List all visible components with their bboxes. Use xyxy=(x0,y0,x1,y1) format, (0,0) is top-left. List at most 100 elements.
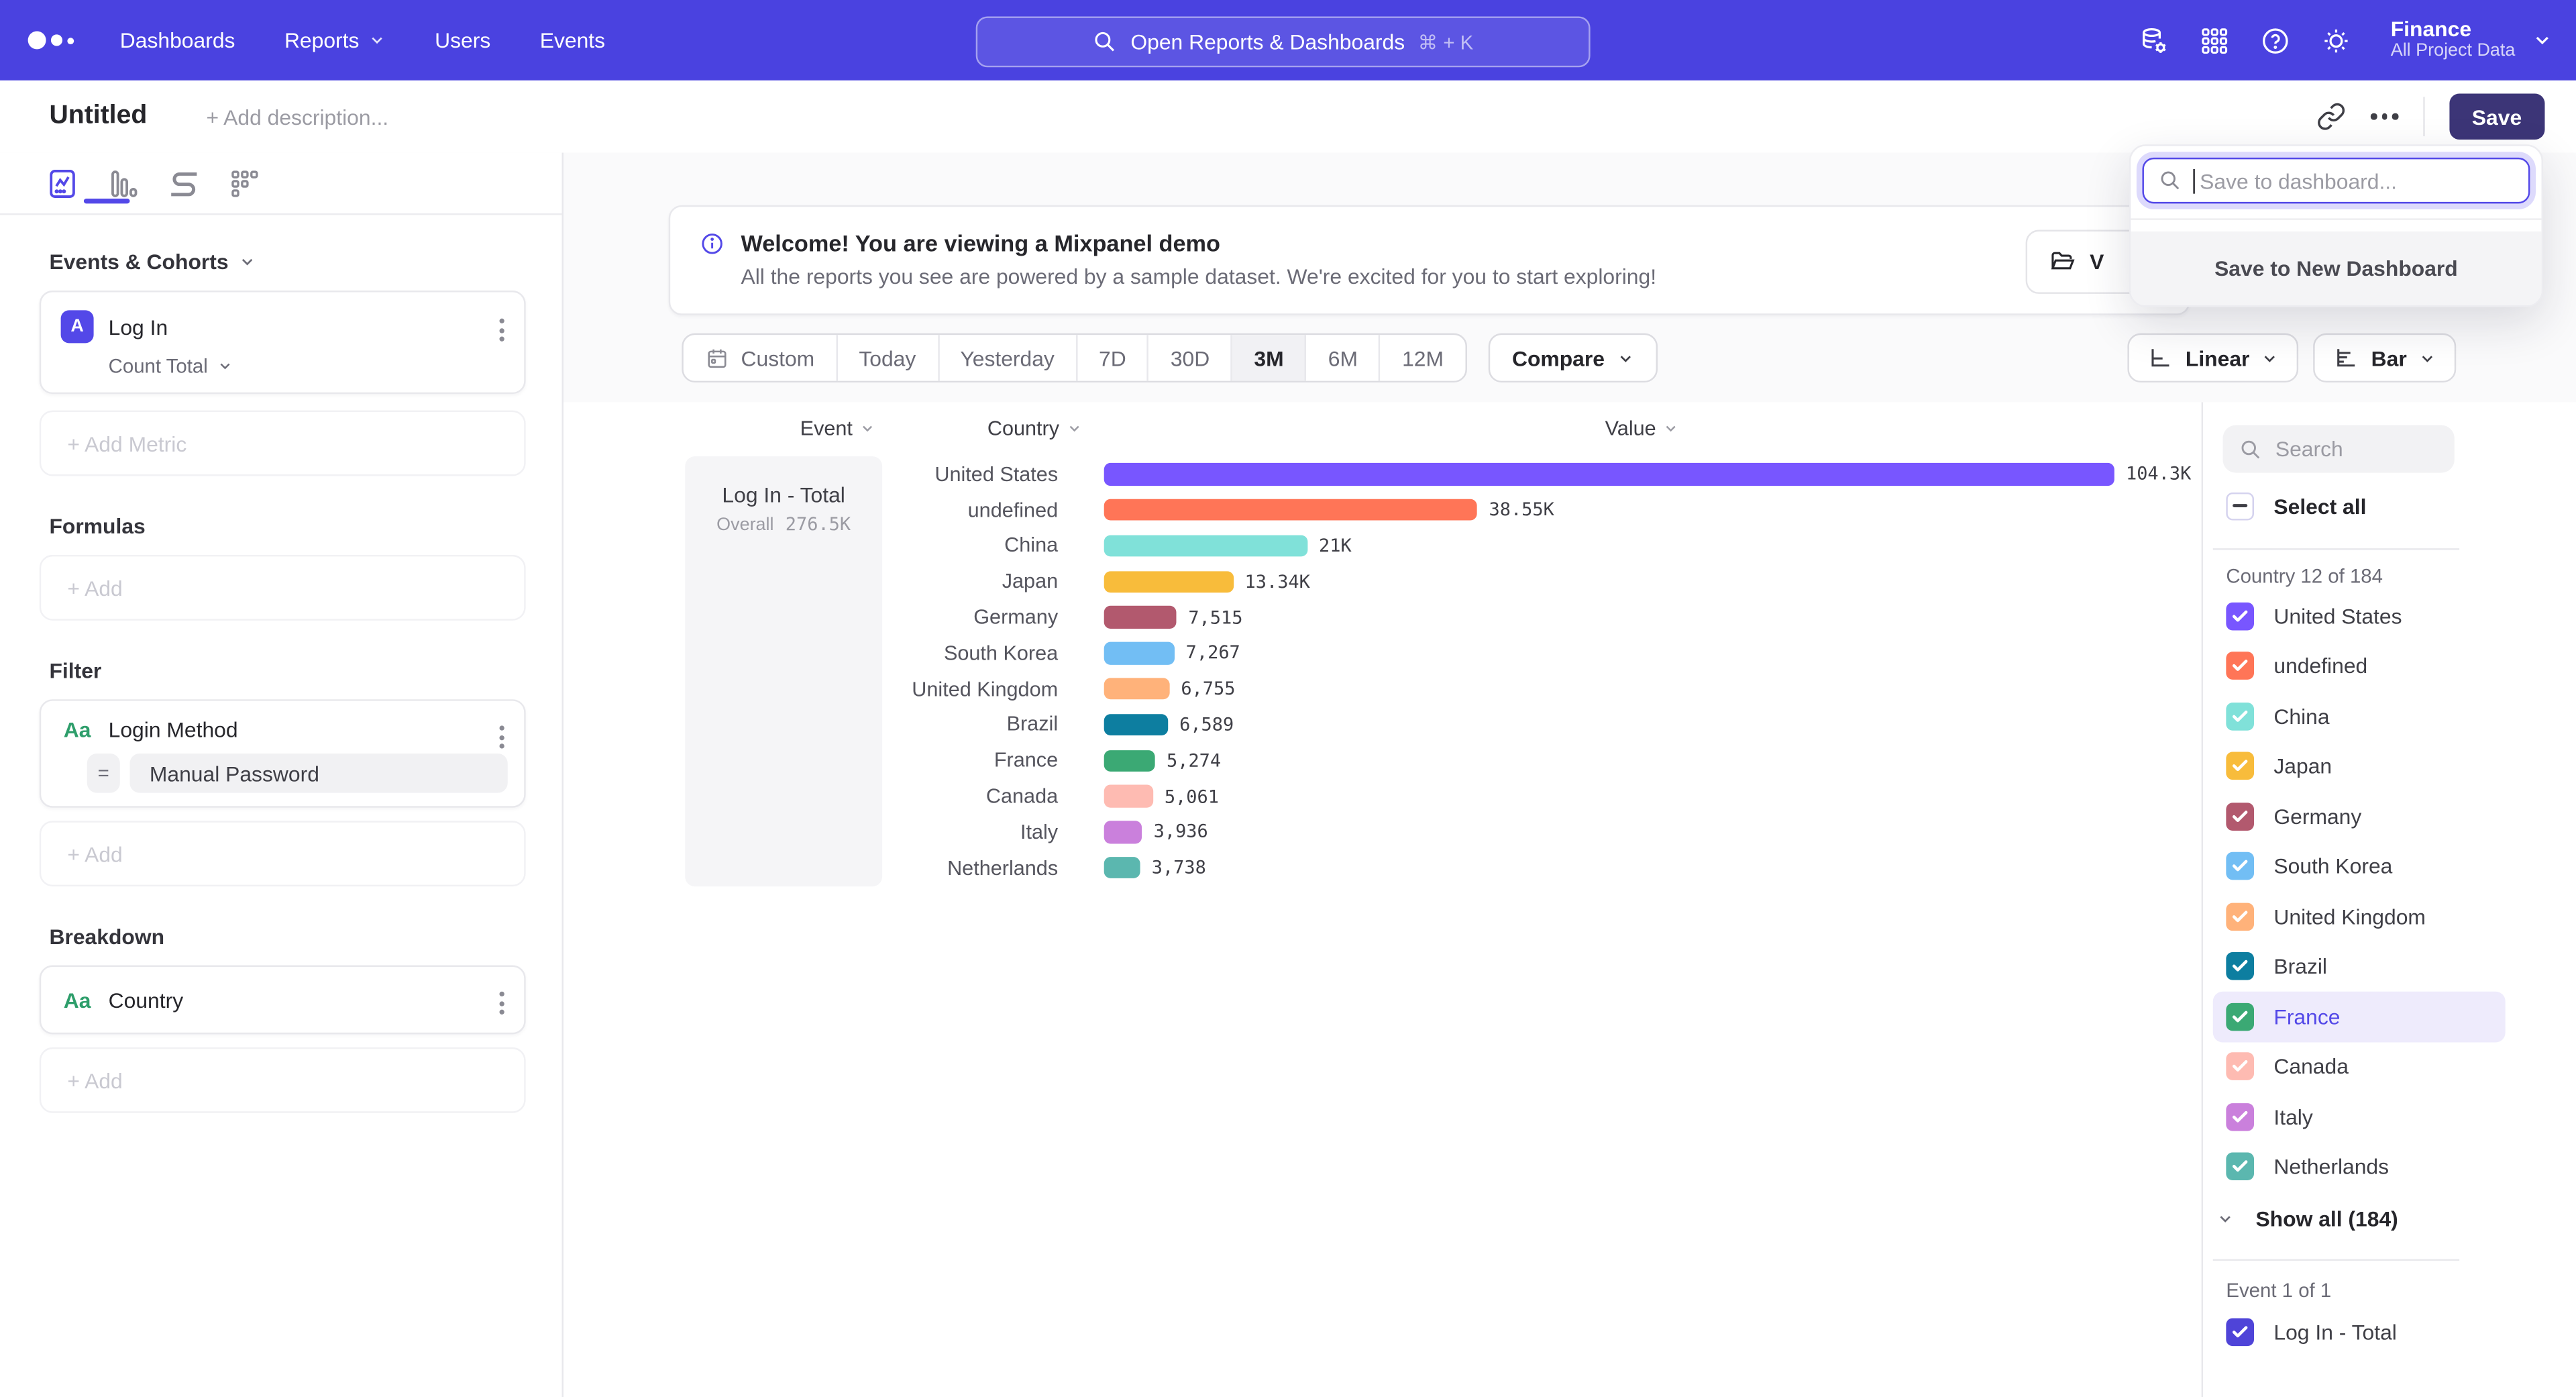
tab-insights[interactable] xyxy=(44,165,80,201)
legend-row-japan[interactable]: Japan xyxy=(2213,741,2506,792)
date-range-7d[interactable]: 7D xyxy=(1077,335,1149,381)
date-range-yesterday[interactable]: Yesterday xyxy=(939,335,1078,381)
breakdown-card[interactable]: Aa Country xyxy=(40,966,526,1035)
bar-value: 5,061 xyxy=(1165,786,1219,807)
legend-checkbox[interactable] xyxy=(2226,703,2254,731)
legend-checkbox[interactable] xyxy=(2226,953,2254,981)
filter-operator[interactable]: = xyxy=(87,754,120,793)
add-breakdown-button[interactable]: + Add xyxy=(40,1047,526,1113)
bar-segment[interactable] xyxy=(1104,499,1478,521)
legend-row-china[interactable]: China xyxy=(2213,691,2506,741)
data-management-icon[interactable] xyxy=(2138,23,2171,56)
save-dashboard-search-input[interactable]: Save to dashboard... xyxy=(2142,158,2530,204)
column-header-country[interactable]: Country xyxy=(987,417,1083,439)
legend-row-france[interactable]: France xyxy=(2213,992,2506,1042)
add-metric-button[interactable]: + Add Metric xyxy=(40,411,526,476)
metric-name[interactable]: Log In xyxy=(109,315,168,340)
tab-retention[interactable] xyxy=(227,165,263,201)
legend-checkbox[interactable] xyxy=(2226,902,2254,931)
date-range-custom[interactable]: Custom xyxy=(684,335,838,381)
legend-checkbox[interactable] xyxy=(2226,1102,2254,1131)
events-cohorts-header[interactable]: Events & Cohorts xyxy=(49,250,525,274)
bar-segment[interactable] xyxy=(1104,607,1177,629)
legend-checkbox[interactable] xyxy=(2226,1153,2254,1181)
settings-gear-icon[interactable] xyxy=(2320,23,2353,56)
event-checkbox[interactable] xyxy=(2226,1318,2254,1346)
legend-checkbox[interactable] xyxy=(2226,602,2254,630)
legend-checkbox[interactable] xyxy=(2226,852,2254,880)
legend-row-undefined[interactable]: undefined xyxy=(2213,641,2506,691)
apps-grid-icon[interactable] xyxy=(2198,23,2231,56)
date-range-3m[interactable]: 3M xyxy=(1233,335,1307,381)
save-button[interactable]: Save xyxy=(2449,93,2545,140)
metric-card[interactable]: A Log In Count Total xyxy=(40,291,526,394)
column-header-event[interactable]: Event xyxy=(800,417,876,439)
legend-checkbox[interactable] xyxy=(2226,652,2254,680)
legend-checkbox[interactable] xyxy=(2226,1053,2254,1081)
add-filter-button[interactable]: + Add xyxy=(40,821,526,886)
nav-item-users[interactable]: Users xyxy=(435,28,490,53)
bar-segment[interactable] xyxy=(1104,535,1307,557)
bar-segment[interactable] xyxy=(1104,642,1175,664)
help-icon[interactable] xyxy=(2259,23,2292,56)
save-to-new-dashboard-button[interactable]: Save to New Dashboard xyxy=(2131,231,2541,305)
nav-item-dashboards[interactable]: Dashboards xyxy=(120,28,235,53)
breakdown-kebab-menu[interactable] xyxy=(496,988,508,1018)
legend-row-united-states[interactable]: United States xyxy=(2213,591,2506,641)
scale-selector-button[interactable]: Linear xyxy=(2128,333,2299,382)
bar-segment[interactable] xyxy=(1104,857,1140,879)
country-label: Netherlands xyxy=(564,856,1058,879)
calendar-icon xyxy=(705,346,730,370)
legend-search-input[interactable]: Search xyxy=(2222,425,2454,473)
metric-aggregation[interactable]: Count Total xyxy=(41,343,524,377)
legend-label: undefined xyxy=(2273,654,2367,678)
add-description-button[interactable]: + Add description... xyxy=(206,104,388,129)
tab-flows[interactable] xyxy=(166,165,202,201)
bar-segment[interactable] xyxy=(1104,714,1168,736)
bar-segment[interactable] xyxy=(1104,785,1153,807)
global-search-button[interactable]: Open Reports & Dashboards ⌘ + K xyxy=(976,16,1591,67)
filter-kebab-menu[interactable] xyxy=(496,722,508,752)
date-range-30d[interactable]: 30D xyxy=(1149,335,1233,381)
filter-value[interactable]: Manual Password xyxy=(129,754,507,793)
copy-link-icon[interactable] xyxy=(2316,102,2346,132)
chart-type-button[interactable]: Bar xyxy=(2314,333,2456,382)
legend-row-brazil[interactable]: Brazil xyxy=(2213,941,2506,992)
bar-segment[interactable] xyxy=(1104,821,1142,843)
project-switcher[interactable]: Finance All Project Data xyxy=(2391,18,2553,62)
date-range-today[interactable]: Today xyxy=(837,335,938,381)
bar-segment[interactable] xyxy=(1104,749,1155,772)
legend-row-germany[interactable]: Germany xyxy=(2213,791,2506,841)
legend-checkbox[interactable] xyxy=(2226,752,2254,780)
column-header-value[interactable]: Value xyxy=(1605,417,1679,439)
legend-row-netherlands[interactable]: Netherlands xyxy=(2213,1142,2506,1192)
legend-row-south-korea[interactable]: South Korea xyxy=(2213,841,2506,892)
legend-row-united-kingdom[interactable]: United Kingdom xyxy=(2213,891,2506,941)
date-range-6m[interactable]: 6M xyxy=(1307,335,1381,381)
select-all-checkbox[interactable] xyxy=(2226,492,2254,520)
bar-segment[interactable] xyxy=(1104,678,1169,700)
breakdown-property[interactable]: Country xyxy=(109,988,184,1013)
legend-row-canada[interactable]: Canada xyxy=(2213,1041,2506,1092)
mixpanel-logo-icon[interactable] xyxy=(28,31,74,49)
filter-card[interactable]: Aa Login Method = Manual Password xyxy=(40,699,526,807)
save-dashboard-placeholder: Save to dashboard... xyxy=(2200,168,2397,193)
date-range-12m[interactable]: 12M xyxy=(1381,335,1465,381)
nav-item-events[interactable]: Events xyxy=(540,28,605,53)
legend-checkbox[interactable] xyxy=(2226,1002,2254,1031)
legend-checkbox[interactable] xyxy=(2226,803,2254,831)
event-legend-row[interactable]: Log In - Total xyxy=(2213,1306,2506,1357)
metric-kebab-menu[interactable] xyxy=(496,315,508,345)
nav-item-reports[interactable]: Reports xyxy=(284,28,386,53)
show-all-button[interactable]: Show all (184) xyxy=(2216,1206,2398,1231)
compare-button[interactable]: Compare xyxy=(1489,333,1658,382)
legend-row-italy[interactable]: Italy xyxy=(2213,1092,2506,1142)
tab-funnels[interactable] xyxy=(105,165,142,201)
add-formula-button[interactable]: + Add xyxy=(40,555,526,621)
more-options-button[interactable] xyxy=(2371,113,2398,119)
select-all-row[interactable]: Select all xyxy=(2213,481,2367,531)
filter-property[interactable]: Login Method xyxy=(109,717,238,742)
bar-segment[interactable] xyxy=(1104,463,2114,485)
bar-segment[interactable] xyxy=(1104,570,1234,592)
report-title[interactable]: Untitled xyxy=(49,102,147,132)
